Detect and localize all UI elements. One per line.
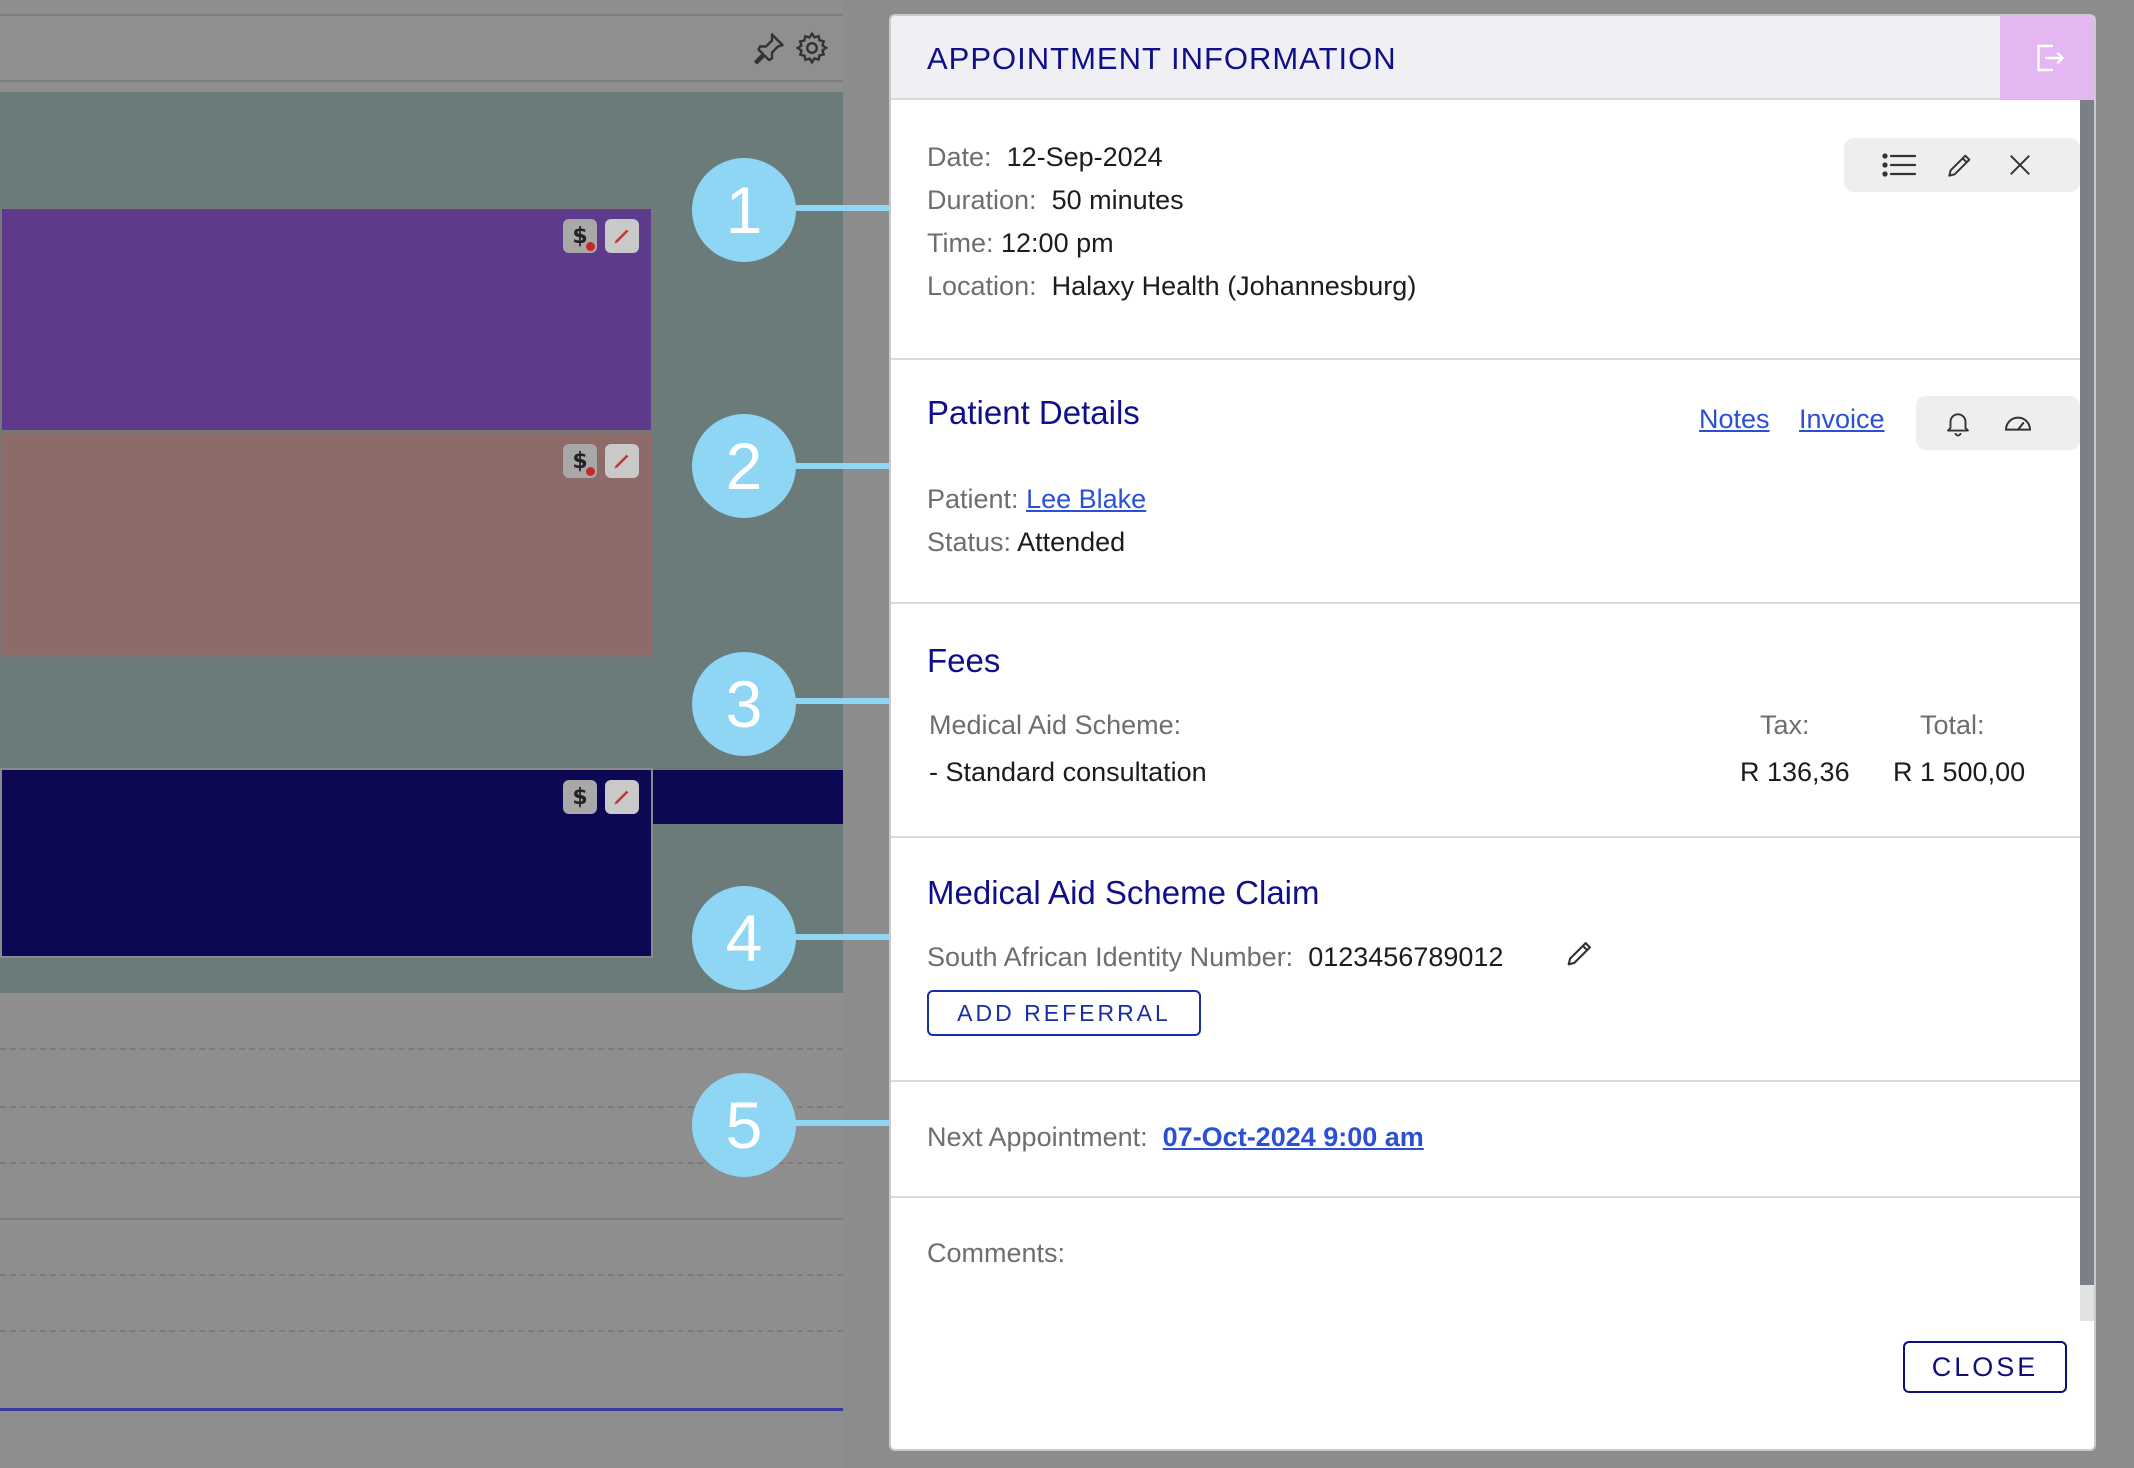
- bell-icon[interactable]: [1928, 397, 1988, 449]
- notes-link[interactable]: Notes: [1699, 404, 1770, 435]
- appointment-details-section: Date: 12-Sep-2024 Duration: 50 minutes T…: [891, 100, 2080, 360]
- gauge-icon[interactable]: [1988, 397, 2048, 449]
- fees-heading: Fees: [927, 642, 1001, 679]
- fee-chip[interactable]: $: [563, 780, 597, 814]
- time-gridline: [0, 1048, 843, 1050]
- callout-4: 4: [692, 886, 796, 990]
- fee-item-tax: R 136,36: [1740, 757, 1850, 787]
- patient-details-section: Patient Details Notes Invoice Patient: L…: [891, 360, 2080, 604]
- callout-5: 5: [692, 1073, 796, 1177]
- unpaid-indicator: [586, 467, 595, 476]
- fee-chip[interactable]: $: [563, 444, 597, 478]
- next-appointment-section: Next Appointment: 07-Oct-2024 9:00 am: [891, 1082, 2080, 1198]
- appointment-block-selected[interactable]: $: [0, 768, 653, 958]
- calendar-toolbar: [0, 14, 843, 82]
- logout-icon[interactable]: [2000, 16, 2094, 100]
- fee-item-name: - Standard consultation: [929, 757, 1207, 787]
- tax-column-header: Tax:: [1760, 710, 1810, 740]
- fee-chip[interactable]: $: [563, 219, 597, 253]
- patient-actions: [1916, 396, 2080, 450]
- medical-aid-scheme-label: Medical Aid Scheme:: [929, 710, 1182, 740]
- duration-row: Duration: 50 minutes: [927, 185, 1184, 215]
- appointment-info-modal: APPOINTMENT INFORMATION Date: 12-Sep-202…: [889, 14, 2096, 1451]
- time-gridline: [0, 1274, 843, 1276]
- close-icon[interactable]: [1990, 139, 2050, 191]
- patient-details-heading: Patient Details: [927, 394, 1140, 431]
- patient-name-link[interactable]: Lee Blake: [1026, 484, 1146, 514]
- unpaid-indicator: [586, 242, 595, 251]
- scrollbar-thumb[interactable]: [2080, 100, 2094, 1285]
- pencil-icon[interactable]: [605, 219, 639, 253]
- appointment-block[interactable]: $: [0, 432, 653, 657]
- callout-connector: [792, 698, 890, 704]
- next-appointment-link[interactable]: 07-Oct-2024 9:00 am: [1163, 1122, 1424, 1152]
- pencil-icon[interactable]: [1930, 139, 1990, 191]
- callout-1: 1: [692, 158, 796, 262]
- modal-title: APPOINTMENT INFORMATION: [927, 41, 1397, 76]
- pencil-icon[interactable]: [1563, 936, 1599, 972]
- hour-gridline: [0, 1218, 843, 1220]
- patient-row: Patient: Lee Blake: [927, 484, 1147, 514]
- identity-number-row: South African Identity Number: 012345678…: [927, 942, 1504, 972]
- time-row: Time: 12:00 pm: [927, 228, 1114, 258]
- date-value: 12-Sep-2024: [1006, 142, 1163, 172]
- fee-item-total: R 1 500,00: [1893, 757, 2026, 787]
- identity-number-value: 0123456789012: [1308, 942, 1504, 972]
- modal-header: APPOINTMENT INFORMATION: [891, 16, 2094, 100]
- status-row: Status: Attended: [927, 527, 1126, 557]
- appointment-block[interactable]: $: [0, 207, 653, 432]
- callout-connector: [792, 463, 890, 469]
- callout-connector: [792, 1120, 890, 1126]
- medical-aid-claim-heading: Medical Aid Scheme Claim: [927, 874, 1320, 911]
- duration-value: 50 minutes: [1051, 185, 1184, 215]
- invoice-link[interactable]: Invoice: [1799, 404, 1885, 435]
- scrollbar-track[interactable]: [2080, 1285, 2094, 1321]
- gear-icon[interactable]: [794, 30, 830, 66]
- status-value: Attended: [1017, 527, 1126, 557]
- time-gridline: [0, 1330, 843, 1332]
- time-value: 12:00 pm: [1001, 228, 1114, 258]
- list-icon[interactable]: [1870, 139, 1930, 191]
- fees-section: Fees Medical Aid Scheme: Tax: Total: - S…: [891, 604, 2080, 838]
- comments-label: Comments:: [927, 1238, 1066, 1268]
- callout-connector: [792, 205, 890, 211]
- pencil-icon[interactable]: [605, 444, 639, 478]
- callout-connector: [792, 934, 890, 940]
- next-appointment-row: Next Appointment: 07-Oct-2024 9:00 am: [927, 1122, 1424, 1152]
- close-button[interactable]: CLOSE: [1903, 1341, 2067, 1393]
- location-row: Location: Halaxy Health (Johannesburg): [927, 271, 1417, 301]
- comments-section: Comments:: [891, 1198, 2080, 1318]
- callout-3: 3: [692, 652, 796, 756]
- date-row: Date: 12-Sep-2024: [927, 142, 1163, 172]
- add-referral-button[interactable]: ADD REFERRAL: [927, 990, 1201, 1036]
- current-time-line: [0, 1408, 843, 1411]
- pencil-icon[interactable]: [605, 780, 639, 814]
- appointment-actions: [1844, 138, 2080, 192]
- location-value: Halaxy Health (Johannesburg): [1051, 271, 1417, 301]
- total-column-header: Total:: [1920, 710, 1985, 740]
- callout-2: 2: [692, 414, 796, 518]
- medical-aid-claim-section: Medical Aid Scheme Claim South African I…: [891, 838, 2080, 1082]
- pin-icon[interactable]: [751, 30, 787, 66]
